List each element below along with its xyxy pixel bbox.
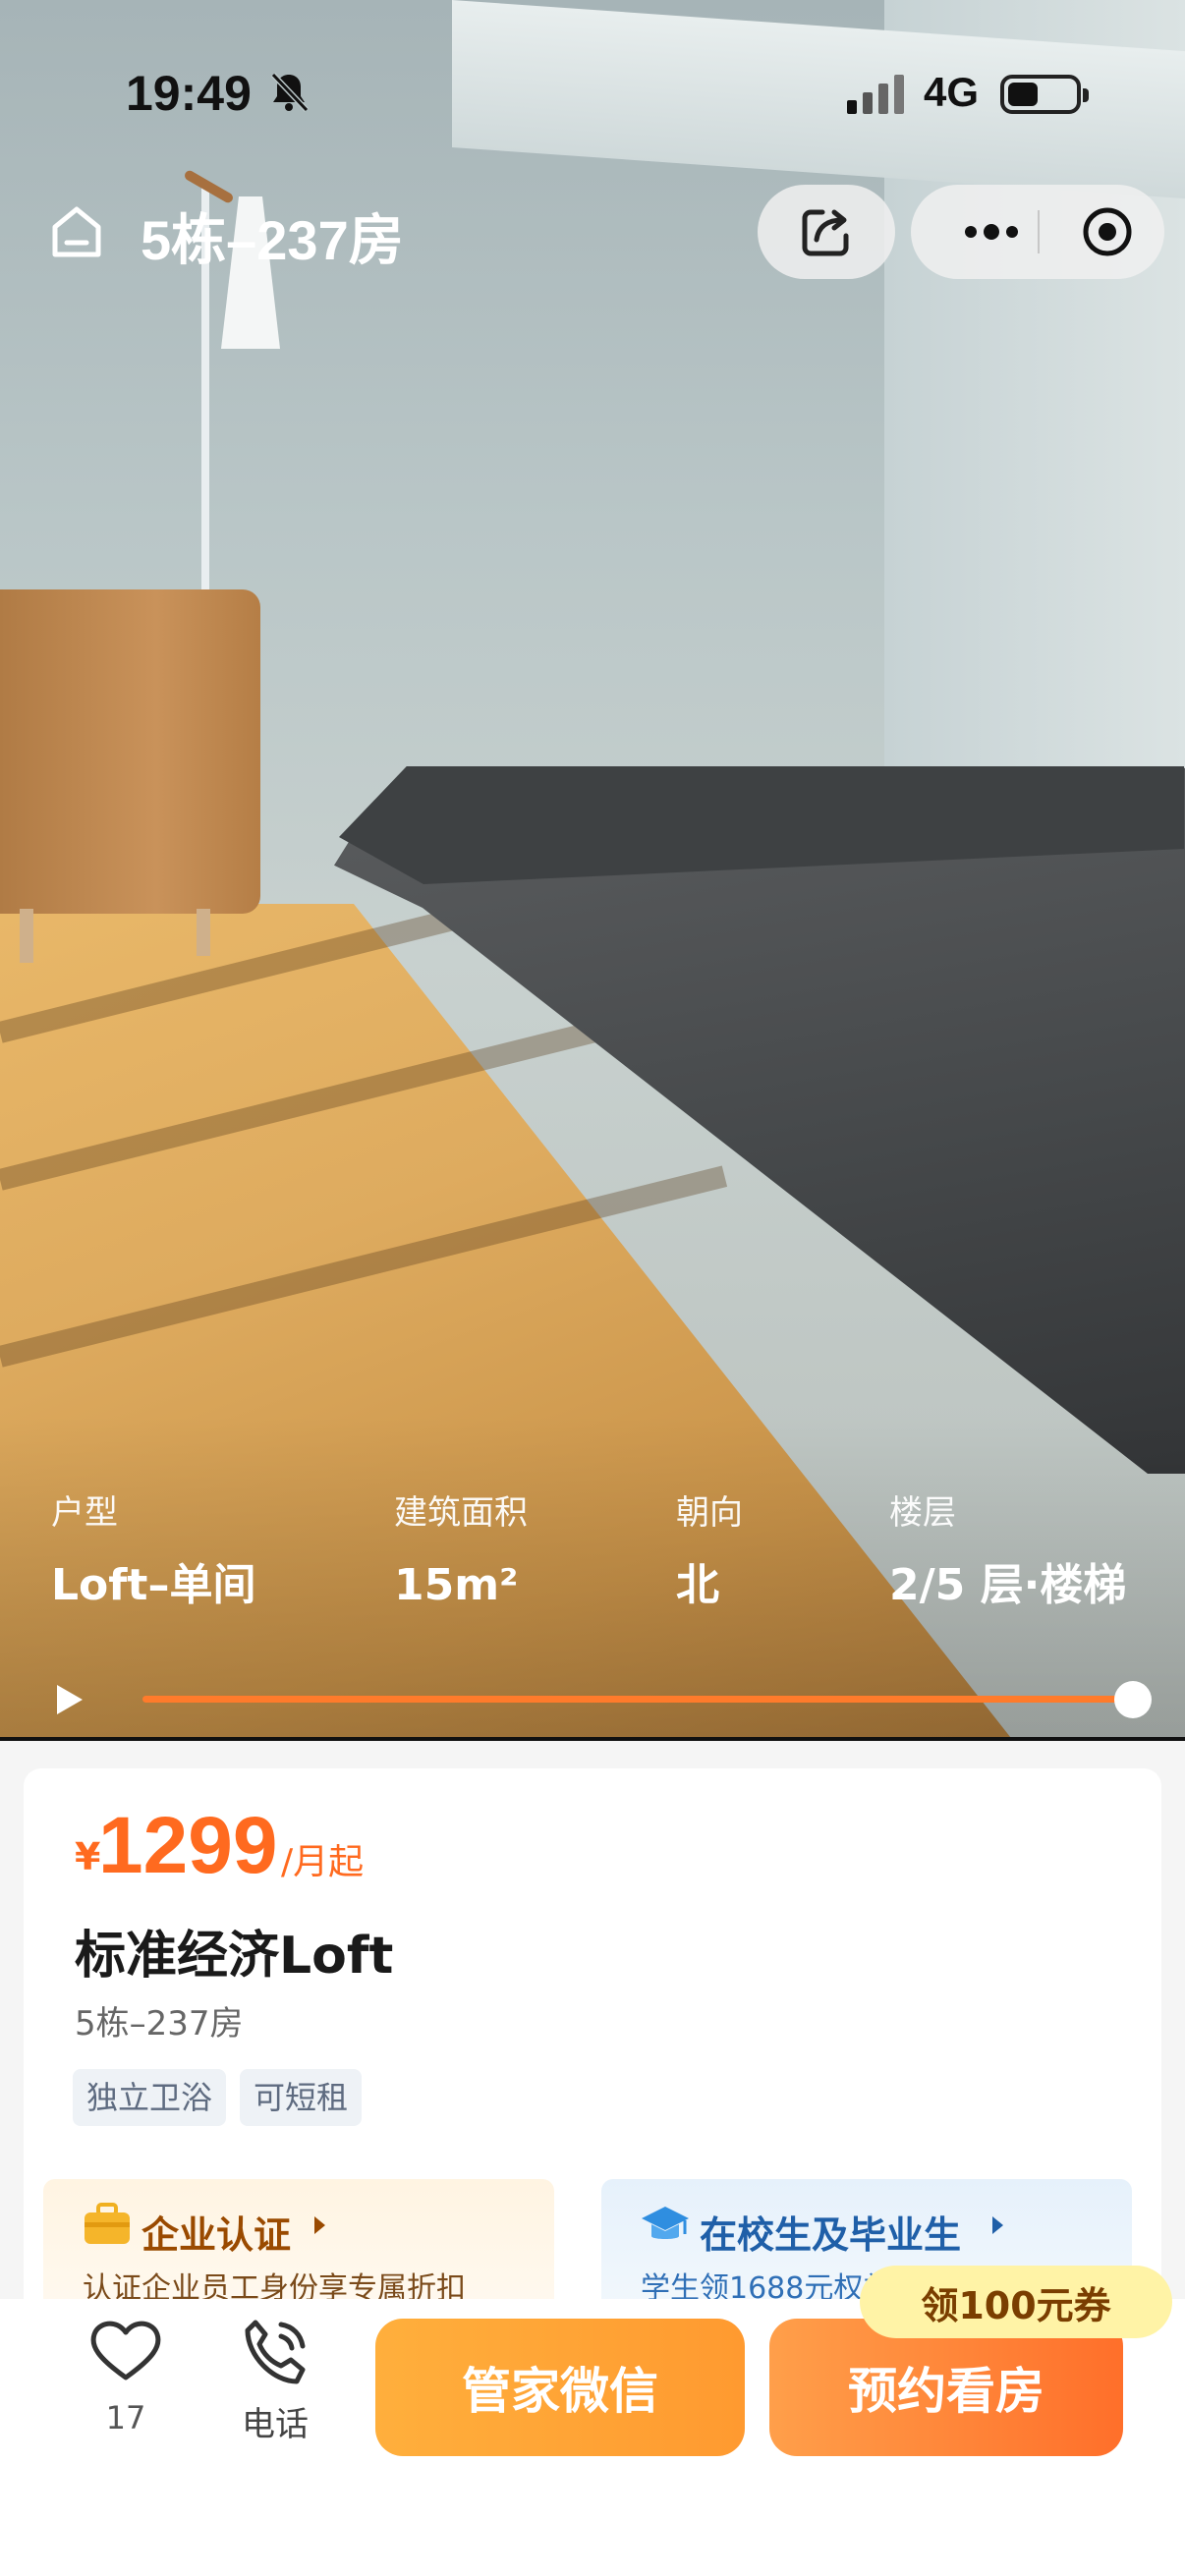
room-name: 5栋–237房 [75, 2004, 244, 2044]
battery-icon [1000, 75, 1089, 114]
video-progress-bar[interactable] [142, 1696, 1133, 1703]
phone-icon[interactable] [236, 2315, 314, 2389]
status-bar: 19:49 4G [0, 0, 1185, 196]
spec-label: 朝向 [676, 1493, 743, 1533]
spec-label: 户型 [51, 1493, 118, 1533]
graduation-cap-icon [642, 2207, 689, 2239]
favorite-count: 17 [105, 2399, 146, 2436]
listing-card: ¥ 1299 /月起 标准经济Loft 5栋–237房 独立卫浴 可短租 企业认… [24, 1768, 1161, 2319]
more-button[interactable] [942, 185, 1041, 279]
spec-floor: 楼层 2/5 层·楼梯 [889, 1493, 1126, 1611]
caret-right-icon [992, 2216, 1003, 2234]
bottom-action-bar: 17 电话 管家微信 预约看房 [0, 2299, 1185, 2576]
spec-value: 2/5 层·楼梯 [889, 1560, 1127, 1610]
photo-cabinet-leg [197, 909, 210, 956]
spec-label: 建筑面积 [394, 1493, 528, 1533]
briefcase-icon [85, 2203, 130, 2244]
signal-icon [847, 75, 904, 114]
play-icon[interactable] [51, 1682, 86, 1717]
capsule-divider [1038, 210, 1040, 253]
wechat-button[interactable]: 管家微信 [375, 2319, 745, 2456]
promo-title: 在校生及毕业生 [700, 2213, 962, 2257]
divider [0, 1737, 1185, 1741]
spec-label: 楼层 [889, 1493, 956, 1533]
home-icon[interactable] [47, 201, 106, 260]
share-icon [802, 209, 849, 256]
spec-value: 北 [676, 1560, 719, 1610]
phone-label[interactable]: 电话 [236, 2397, 314, 2445]
feature-tag: 可短租 [240, 2069, 363, 2126]
spec-orientation: 朝向 北 [676, 1493, 743, 1611]
silent-bell-icon [270, 72, 310, 113]
network-type: 4G [924, 69, 980, 115]
spec-value: 15m² [394, 1560, 519, 1610]
spec-value: Loft–单间 [51, 1560, 256, 1610]
page-title: 5栋–237房 [141, 209, 404, 271]
coupon-badge[interactable]: 领100元券 [860, 2266, 1172, 2338]
video-progress-handle[interactable] [1114, 1681, 1152, 1718]
room-specs: 户型 Loft–单间 建筑面积 15m² 朝向 北 楼层 2/5 层·楼梯 [0, 1493, 1185, 1631]
book-viewing-button[interactable]: 预约看房 [769, 2319, 1123, 2456]
feature-tag: 独立卫浴 [73, 2069, 227, 2126]
room-type-title: 标准经济Loft [75, 1927, 394, 1986]
price-value: 1299 [98, 1801, 278, 1890]
miniprogram-capsule [911, 185, 1164, 279]
share-button[interactable] [758, 185, 895, 279]
more-dots-icon [965, 224, 1018, 240]
status-time: 19:49 [126, 66, 252, 121]
target-icon [1083, 207, 1132, 256]
promo-enterprise[interactable]: 企业认证 认证企业员工身份享专属折扣 [43, 2179, 554, 2319]
photo-cabinet-leg [20, 909, 33, 963]
promo-title: 企业认证 [141, 2213, 292, 2257]
heart-icon[interactable] [86, 2315, 165, 2383]
price-unit: /月起 [281, 1842, 365, 1882]
price-currency: ¥ [75, 1835, 101, 1878]
caret-right-icon [314, 2216, 325, 2234]
spec-layout: 户型 Loft–单间 [51, 1493, 255, 1611]
photo-cabinet [0, 589, 260, 914]
close-miniprogram-button[interactable] [1068, 185, 1147, 279]
spec-area: 建筑面积 15m² [394, 1493, 528, 1611]
